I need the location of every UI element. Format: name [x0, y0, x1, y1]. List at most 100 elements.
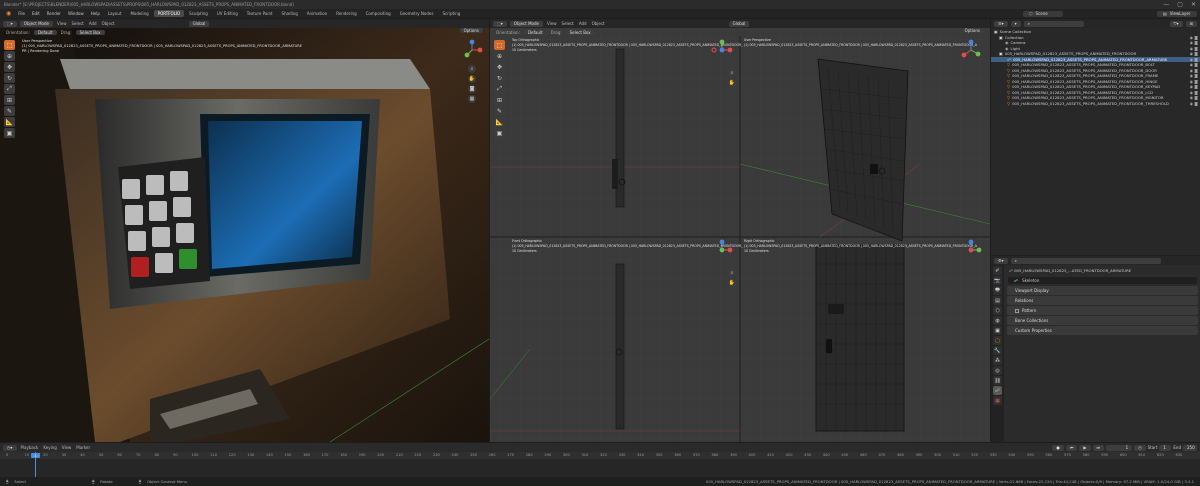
- select-box-tool-icon[interactable]: ⬚: [4, 40, 15, 50]
- panel-viewport-display[interactable]: Viewport Display: [1007, 286, 1198, 295]
- camera-view-icon[interactable]: ◙: [468, 85, 476, 93]
- editor-type-icon[interactable]: ◷▾: [3, 444, 17, 451]
- move-tool-icon[interactable]: ✥: [4, 62, 15, 72]
- jump-end-icon[interactable]: ⏭: [1092, 444, 1105, 451]
- pan-icon[interactable]: ✋: [728, 279, 736, 287]
- visibility-eye-icon[interactable]: ◉ ◙: [1190, 62, 1198, 67]
- menu-add[interactable]: Add: [88, 21, 98, 26]
- menu-render[interactable]: Render: [44, 11, 64, 16]
- transform-orientation[interactable]: Global: [728, 20, 750, 27]
- orientation-dropdown[interactable]: Default: [33, 29, 57, 35]
- visibility-eye-icon[interactable]: ◉ ◙: [1190, 35, 1198, 40]
- particles-tab-icon[interactable]: ⁂: [993, 356, 1002, 365]
- object-tab-icon[interactable]: ▢: [993, 336, 1002, 345]
- view-layer-tab-icon[interactable]: ▤: [993, 296, 1002, 305]
- pattern-checkbox[interactable]: [1015, 308, 1019, 313]
- preview-range-icon[interactable]: ◷: [1134, 444, 1146, 451]
- new-collection-icon[interactable]: ⊞: [1185, 20, 1197, 27]
- zoom-icon[interactable]: ⌕: [468, 65, 476, 73]
- workspace-tab-sculpting[interactable]: Sculpting: [185, 10, 212, 17]
- menu-object[interactable]: Object: [101, 21, 116, 26]
- transform-orientation[interactable]: Global: [188, 20, 210, 27]
- menu-select[interactable]: Select: [71, 21, 85, 26]
- visibility-eye-icon[interactable]: ◉ ◙: [1190, 90, 1198, 95]
- workspace-tab-scripting[interactable]: Scripting: [438, 10, 464, 17]
- front-ortho-gizmo-icon[interactable]: [711, 239, 733, 261]
- cursor-tool-icon[interactable]: ⊕: [4, 51, 15, 61]
- editor-type-icon[interactable]: ⬚▾: [3, 20, 17, 27]
- options-button[interactable]: Options: [960, 28, 984, 33]
- menu-marker[interactable]: Marker: [75, 445, 91, 450]
- play-icon[interactable]: ▶: [1079, 444, 1091, 451]
- workspace-tab-portfolio[interactable]: PORTFOLIO: [153, 10, 185, 17]
- editor-type-icon[interactable]: ☰▾: [994, 20, 1008, 27]
- editor-type-icon[interactable]: ⚙▾: [994, 257, 1008, 264]
- select-box-tool-icon[interactable]: ⬚: [494, 40, 505, 50]
- zoom-icon[interactable]: ⌕: [728, 269, 736, 277]
- visibility-eye-icon[interactable]: ◉ ◙: [1190, 79, 1198, 84]
- menu-view[interactable]: View: [61, 445, 73, 450]
- output-tab-icon[interactable]: 🖶: [993, 286, 1002, 295]
- rotate-tool-icon[interactable]: ↻: [494, 73, 505, 83]
- scale-tool-icon[interactable]: ⤢: [4, 84, 15, 94]
- texture-tab-icon[interactable]: ▦: [993, 396, 1002, 405]
- navigation-gizmo-icon[interactable]: [461, 39, 483, 61]
- pan-icon[interactable]: ✋: [728, 79, 736, 87]
- outliner-row[interactable]: ▽ 005_HARLOWSPAD_012823_ASSETS_PROPS_ANIM…: [991, 101, 1200, 107]
- workspace-tab-geometry-nodes[interactable]: Geometry Nodes: [396, 10, 438, 17]
- annotate-tool-icon[interactable]: ✎: [4, 106, 15, 116]
- orientation-dropdown[interactable]: Default: [523, 29, 547, 35]
- right-ortho-gizmo-icon[interactable]: [960, 239, 982, 261]
- workspace-tab-layout[interactable]: Layout: [104, 10, 126, 17]
- quad-3d-viewport[interactable]: ⬚▾ Object Mode View Select Add Object Gl…: [490, 19, 990, 442]
- end-frame-field[interactable]: 250: [1183, 444, 1197, 451]
- modifier-tab-icon[interactable]: 🔧: [993, 346, 1002, 355]
- menu-edit[interactable]: Edit: [29, 11, 43, 16]
- add-cube-tool-icon[interactable]: ▣: [494, 128, 505, 138]
- menu-view[interactable]: View: [546, 21, 558, 26]
- maximize-icon[interactable]: ▢: [1177, 1, 1183, 8]
- visibility-eye-icon[interactable]: ◉ ◙: [1190, 40, 1198, 45]
- panel-custom-properties[interactable]: Custom Properties: [1007, 326, 1198, 335]
- viewlayer-selector[interactable]: ▤ ViewLayer: [1157, 10, 1197, 17]
- measure-tool-icon[interactable]: 📐: [494, 117, 505, 127]
- pan-icon[interactable]: ✋: [468, 75, 476, 83]
- workspace-tab-rendering[interactable]: Rendering: [332, 10, 360, 17]
- transform-tool-icon[interactable]: ⊞: [494, 95, 505, 105]
- cursor-tool-icon[interactable]: ⊕: [494, 51, 505, 61]
- visibility-eye-icon[interactable]: ◉ ◙: [1190, 68, 1198, 73]
- menu-file[interactable]: File: [15, 11, 28, 16]
- visibility-eye-icon[interactable]: ◉ ◙: [1190, 46, 1198, 51]
- user-persp-gizmo-icon[interactable]: [960, 39, 982, 61]
- panel-pattern[interactable]: Pattern: [1007, 306, 1198, 315]
- top-ortho-gizmo-icon[interactable]: [711, 39, 733, 61]
- scene-tab-icon[interactable]: ⬡: [993, 306, 1002, 315]
- record-icon[interactable]: ●: [1052, 444, 1064, 451]
- constraints-tab-icon[interactable]: ⛓: [993, 376, 1002, 385]
- timeline-track-area[interactable]: [0, 459, 1200, 477]
- outliner-search[interactable]: ⌕: [1023, 20, 1084, 27]
- visibility-eye-icon[interactable]: ◉ ◙: [1190, 51, 1198, 56]
- menu-keying[interactable]: Keying: [42, 445, 57, 450]
- menu-view[interactable]: View: [56, 21, 68, 26]
- tool-tab-icon[interactable]: ✐: [993, 266, 1002, 275]
- visibility-eye-icon[interactable]: ◉ ◙: [1190, 57, 1198, 62]
- panel-bone-collections[interactable]: Bone Collections: [1007, 316, 1198, 325]
- display-mode-icon[interactable]: ▾: [1010, 20, 1021, 27]
- measure-tool-icon[interactable]: 📐: [4, 117, 15, 127]
- physics-tab-icon[interactable]: ◎: [993, 366, 1002, 375]
- armature-data-tab-icon[interactable]: ☍: [993, 386, 1002, 395]
- annotate-tool-icon[interactable]: ✎: [494, 106, 505, 116]
- workspace-tab-shading[interactable]: Shading: [278, 10, 302, 17]
- move-tool-icon[interactable]: ✥: [494, 62, 505, 72]
- visibility-eye-icon[interactable]: ◉ ◙: [1190, 101, 1198, 106]
- workspace-tab-compositing[interactable]: Compositing: [362, 10, 395, 17]
- menu-select[interactable]: Select: [561, 21, 575, 26]
- blender-logo-icon[interactable]: ◉: [3, 10, 14, 17]
- collection-tab-icon[interactable]: ▣: [993, 326, 1002, 335]
- scale-tool-icon[interactable]: ⤢: [494, 84, 505, 94]
- drag-dropdown[interactable]: Select Box: [565, 29, 595, 35]
- render-tab-icon[interactable]: 📷: [993, 276, 1002, 285]
- playhead-frame-badge[interactable]: 1: [31, 453, 40, 458]
- menu-window[interactable]: Window: [65, 11, 87, 16]
